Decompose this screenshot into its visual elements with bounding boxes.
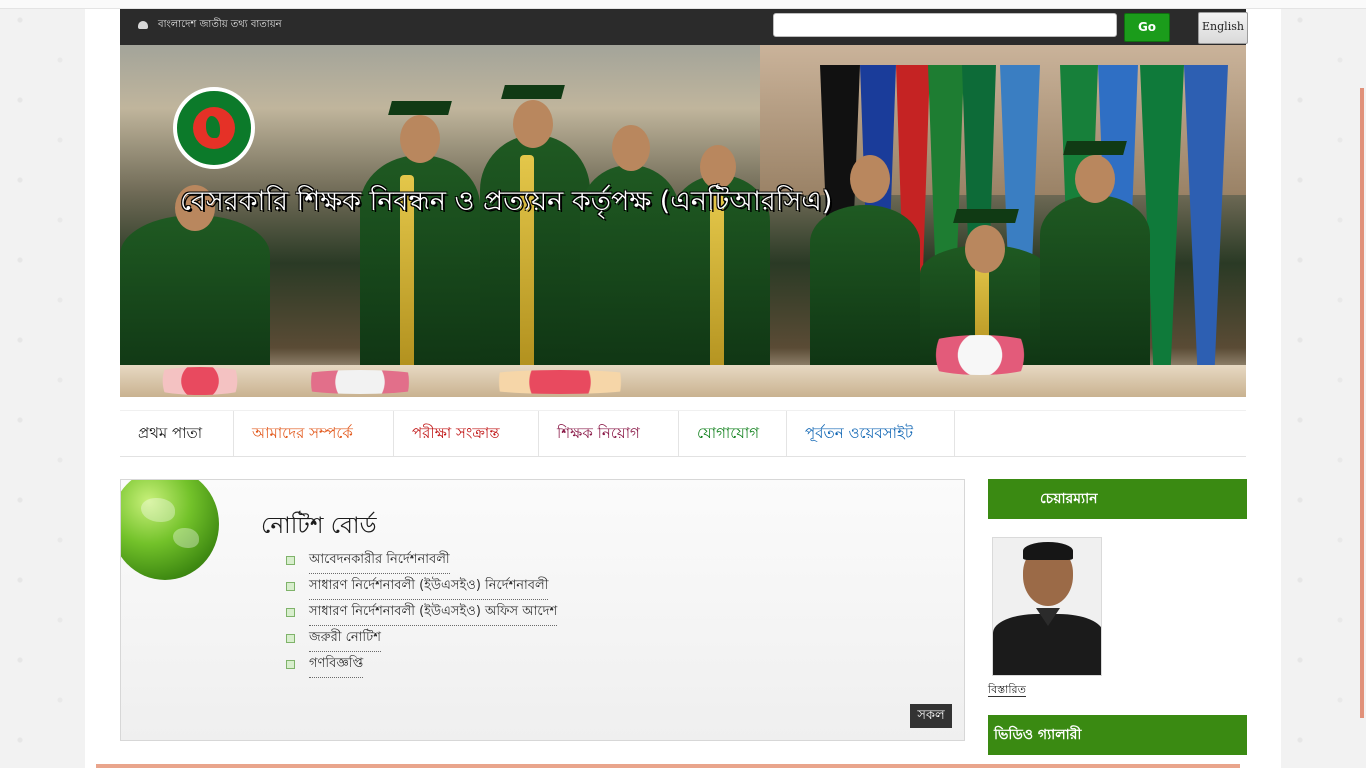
banner-figure <box>1063 141 1127 155</box>
banner-figure <box>1075 155 1115 203</box>
banner-figure <box>480 135 590 385</box>
banner-figure <box>965 225 1005 273</box>
checkbox-bullet-icon <box>286 634 295 643</box>
globe-land <box>141 498 175 522</box>
main-navigation: প্রথম পাতা আমাদের সম্পর্কে পরীক্ষা সংক্র… <box>120 410 1246 457</box>
browser-top-strip <box>0 0 1366 9</box>
notice-board: নোটিশ বোর্ড আবেদনকারীর নির্দেশনাবলী সাধা… <box>120 479 965 741</box>
globe-icon <box>121 480 219 580</box>
chairman-heading: চেয়ারম্যান <box>988 479 1247 519</box>
nav-about-us[interactable]: আমাদের সম্পর্কে <box>234 411 394 456</box>
view-all-button[interactable]: সকল <box>910 704 952 728</box>
chairman-photo[interactable] <box>992 537 1102 676</box>
portal-bar: বাংলাদেশ জাতীয় তথ্য বাতায়ন Go English <box>120 9 1248 45</box>
checkbox-bullet-icon <box>286 608 295 617</box>
government-emblem-logo <box>173 87 255 169</box>
bangladesh-map-icon <box>206 116 220 138</box>
site-title: বেসরকারি শিক্ষক নিবন্ধন ও প্রত্যয়ন কর্ত… <box>180 186 833 217</box>
bottom-accent-line <box>96 764 1240 768</box>
banner-flowers <box>140 367 260 395</box>
checkbox-bullet-icon <box>286 582 295 591</box>
english-button[interactable]: English <box>1198 12 1248 44</box>
nav-old-website[interactable]: পূর্বতন ওয়েবসাইট <box>787 411 955 456</box>
photo-hair <box>1023 542 1073 560</box>
portal-name-link[interactable]: বাংলাদেশ জাতীয় তথ্য বাতায়ন <box>158 17 282 34</box>
banner-figure <box>388 101 452 115</box>
nav-contact[interactable]: যোগাযোগ <box>679 411 787 456</box>
banner-figure <box>953 209 1019 223</box>
banner-figure <box>400 115 440 163</box>
notice-link[interactable]: সাধারণ নির্দেশনাবলী (ইউএসইও) নির্দেশনাবল… <box>309 576 549 600</box>
nav-teacher-recruitment[interactable]: শিক্ষক নিয়োগ <box>539 411 679 456</box>
checkbox-bullet-icon <box>286 660 295 669</box>
banner-figure <box>501 85 565 99</box>
notice-board-title: নোটিশ বোর্ড <box>261 513 377 539</box>
notice-link[interactable]: জরুরী নোটিশ <box>309 628 381 652</box>
header-banner: বেসরকারি শিক্ষক নিবন্ধন ও প্রত্যয়ন কর্ত… <box>120 45 1246 397</box>
banner-flowers <box>460 370 660 394</box>
go-button[interactable]: Go <box>1124 13 1170 42</box>
banner-figure <box>1040 195 1150 375</box>
details-link[interactable]: বিস্তারিত <box>988 683 1026 697</box>
notice-link[interactable]: আবেদনকারীর নির্দেশনাবলী <box>309 550 450 574</box>
banner-figure <box>612 125 650 171</box>
cloud-icon <box>138 21 148 29</box>
emblem-sun <box>193 107 235 149</box>
banner-figure <box>810 205 920 375</box>
banner-figure <box>513 100 553 148</box>
nav-exam[interactable]: পরীক্ষা সংক্রান্ত <box>394 411 539 456</box>
globe-land <box>173 528 199 548</box>
notice-link[interactable]: গণবিজ্ঞপ্তি <box>309 654 364 678</box>
banner-flag <box>1184 65 1228 365</box>
video-gallery-heading: ভিডিও গ্যালারী <box>988 715 1247 755</box>
search-input[interactable] <box>773 13 1117 37</box>
banner-flowers <box>910 335 1050 375</box>
nav-home[interactable]: প্রথম পাতা <box>120 411 234 456</box>
banner-flowers <box>280 370 440 394</box>
checkbox-bullet-icon <box>286 556 295 565</box>
banner-figure <box>850 155 890 203</box>
notice-link[interactable]: সাধারণ নির্দেশনাবলী (ইউএসইও) অফিস আদেশ <box>309 602 558 626</box>
right-edge-accent <box>1360 88 1364 718</box>
